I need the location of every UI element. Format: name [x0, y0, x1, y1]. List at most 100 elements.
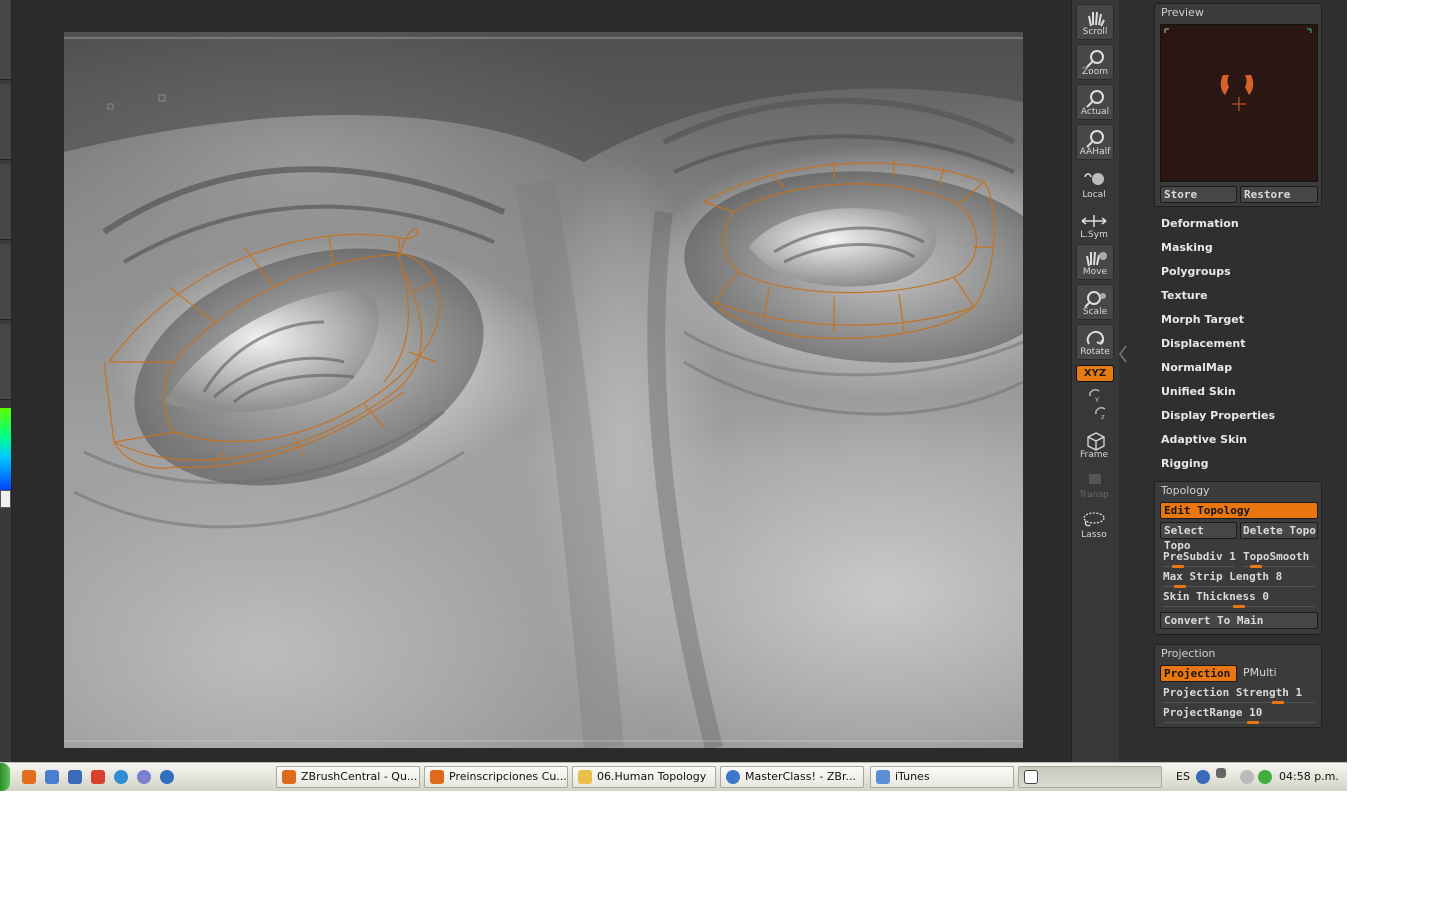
slider-knob[interactable] — [1171, 565, 1184, 568]
presubdiv-slider[interactable]: PreSubdiv 1 — [1160, 550, 1237, 568]
left-tray-block[interactable] — [0, 164, 11, 240]
max-strip-length-slider[interactable]: Max Strip Length 8 — [1160, 570, 1318, 588]
projection-strength-label: Projection Strength 1 — [1163, 686, 1303, 699]
edit-topology-label: Edit Topology — [1164, 504, 1251, 517]
select-topo-button[interactable]: Select Topo — [1160, 522, 1237, 552]
frame-button[interactable]: Frame — [1076, 426, 1114, 462]
projection-strength-slider[interactable]: Projection Strength 1 — [1160, 686, 1318, 704]
cube-icon — [1087, 432, 1105, 451]
rotate-y-icon[interactable]: y — [1086, 386, 1104, 402]
firefox-icon — [282, 770, 296, 784]
menu-displacement[interactable]: Displacement — [1161, 337, 1246, 350]
slider-knob[interactable] — [1272, 701, 1285, 704]
edit-topology-button[interactable]: Edit Topology — [1160, 502, 1318, 519]
menu-display-properties[interactable]: Display Properties — [1161, 409, 1275, 422]
network-icon[interactable] — [1216, 768, 1226, 778]
projection-button[interactable]: Projection — [1160, 665, 1237, 682]
scale-button[interactable]: Scale — [1076, 284, 1114, 320]
pmulti-label: PMulti — [1243, 666, 1277, 679]
slider-track — [1163, 702, 1315, 703]
restore-button[interactable]: Restore — [1240, 186, 1318, 203]
max-strip-length-label: Max Strip Length 8 — [1163, 570, 1283, 583]
menu-morph-target[interactable]: Morph Target — [1161, 313, 1244, 326]
task-zbrush[interactable] — [1018, 766, 1162, 788]
language-indicator[interactable]: ES — [1176, 770, 1190, 783]
left-tray-block[interactable] — [0, 244, 11, 320]
aahalf-button[interactable]: AAHalf — [1076, 124, 1114, 160]
slider-knob[interactable] — [1233, 605, 1245, 608]
transp-button[interactable]: Transp — [1076, 466, 1114, 502]
preview-panel: Preview Store Restore — [1154, 3, 1322, 207]
secondary-color-swatch[interactable] — [0, 490, 11, 508]
pmulti-toggle[interactable]: PMulti — [1240, 666, 1318, 684]
itunes-icon[interactable] — [45, 770, 59, 784]
store-button[interactable]: Store — [1160, 186, 1237, 203]
firefox-icon — [430, 770, 444, 784]
gear-icon[interactable] — [137, 770, 151, 784]
slider-knob[interactable] — [1247, 721, 1259, 724]
skin-thickness-slider[interactable]: Skin Thickness 0 — [1160, 590, 1318, 608]
menu-rigging[interactable]: Rigging — [1161, 457, 1208, 470]
tray-app-icon[interactable] — [1258, 770, 1272, 784]
ie-icon[interactable] — [68, 770, 82, 784]
task-human-topology-folder[interactable]: 06.Human Topology — [572, 766, 716, 788]
skin-thickness-label: Skin Thickness 0 — [1163, 590, 1269, 603]
task-itunes[interactable]: iTunes — [870, 766, 1014, 788]
itunes-icon — [876, 770, 890, 784]
right-shelf: Scroll Zoom Actual AAHalf Local L.Sym Mo… — [1071, 0, 1119, 762]
lasso-button[interactable]: Lasso — [1076, 506, 1114, 542]
preview-viewport[interactable] — [1160, 24, 1318, 182]
lsym-button[interactable]: L.Sym — [1076, 206, 1114, 242]
menu-adaptive-skin[interactable]: Adaptive Skin — [1161, 433, 1247, 446]
globe-icon[interactable] — [114, 770, 128, 784]
task-masterclass[interactable]: MasterClass! - ZBr... — [720, 766, 864, 788]
slider-track — [1163, 722, 1315, 723]
menu-texture[interactable]: Texture — [1161, 289, 1208, 302]
actual-button[interactable]: Actual — [1076, 84, 1114, 120]
left-tray-block[interactable] — [0, 324, 11, 400]
rotate-button[interactable]: Rotate — [1076, 324, 1114, 360]
task-preinscripciones[interactable]: Preinscripciones Cu... — [424, 766, 568, 788]
help-icon[interactable] — [1196, 770, 1210, 784]
start-button[interactable] — [0, 763, 10, 791]
zoom-button[interactable]: Zoom — [1076, 44, 1114, 80]
toposmooth-slider[interactable]: TopoSmooth — [1240, 550, 1318, 568]
delete-topo-button[interactable]: Delete Topo — [1240, 522, 1318, 539]
menu-polygroups[interactable]: Polygroups — [1161, 265, 1231, 278]
left-tray-block[interactable] — [0, 84, 11, 160]
convert-to-main-label: Convert To Main — [1164, 614, 1264, 627]
media-player-icon[interactable] — [160, 770, 174, 784]
menu-unified-skin[interactable]: Unified Skin — [1161, 385, 1236, 398]
project-range-label: ProjectRange 10 — [1163, 706, 1263, 719]
preview-title: Preview — [1161, 6, 1204, 19]
zbrush-window: Scroll Zoom Actual AAHalf Local L.Sym Mo… — [0, 0, 1347, 762]
scroll-button[interactable]: Scroll — [1076, 4, 1114, 40]
rotate-label: Rotate — [1080, 347, 1110, 357]
scale-label: Scale — [1082, 307, 1108, 317]
collapse-arrow-icon[interactable] — [1119, 344, 1127, 364]
move-button[interactable]: Move — [1076, 244, 1114, 280]
rotate-z-icon[interactable]: z — [1092, 404, 1110, 420]
task-label: ZBrushCentral - Qu... — [301, 770, 418, 783]
local-button[interactable]: Local — [1076, 166, 1114, 202]
preview-thumbnail — [1164, 28, 1312, 111]
convert-to-main-button[interactable]: Convert To Main — [1160, 612, 1318, 629]
menu-normalmap[interactable]: NormalMap — [1161, 361, 1232, 374]
color-picker[interactable] — [0, 408, 11, 490]
firefox-icon[interactable] — [22, 770, 36, 784]
slider-knob[interactable] — [1250, 565, 1263, 568]
chevron-left-icon[interactable] — [1240, 770, 1254, 784]
xyz-rotation-toggle[interactable]: XYZ — [1076, 365, 1114, 382]
local-label: Local — [1082, 190, 1106, 200]
sculpt-canvas[interactable] — [64, 32, 1023, 748]
power-icon[interactable] — [91, 770, 105, 784]
menu-deformation[interactable]: Deformation — [1161, 217, 1239, 230]
task-zbrushcentral[interactable]: ZBrushCentral - Qu... — [276, 766, 420, 788]
menu-masking[interactable]: Masking — [1161, 241, 1213, 254]
windows-taskbar: ZBrushCentral - Qu... Preinscripciones C… — [0, 762, 1347, 791]
left-tray-block[interactable] — [0, 0, 11, 80]
project-range-slider[interactable]: ProjectRange 10 — [1160, 706, 1318, 724]
task-label: iTunes — [895, 770, 930, 783]
sculpt-render — [64, 32, 1023, 748]
slider-knob[interactable] — [1174, 585, 1187, 588]
